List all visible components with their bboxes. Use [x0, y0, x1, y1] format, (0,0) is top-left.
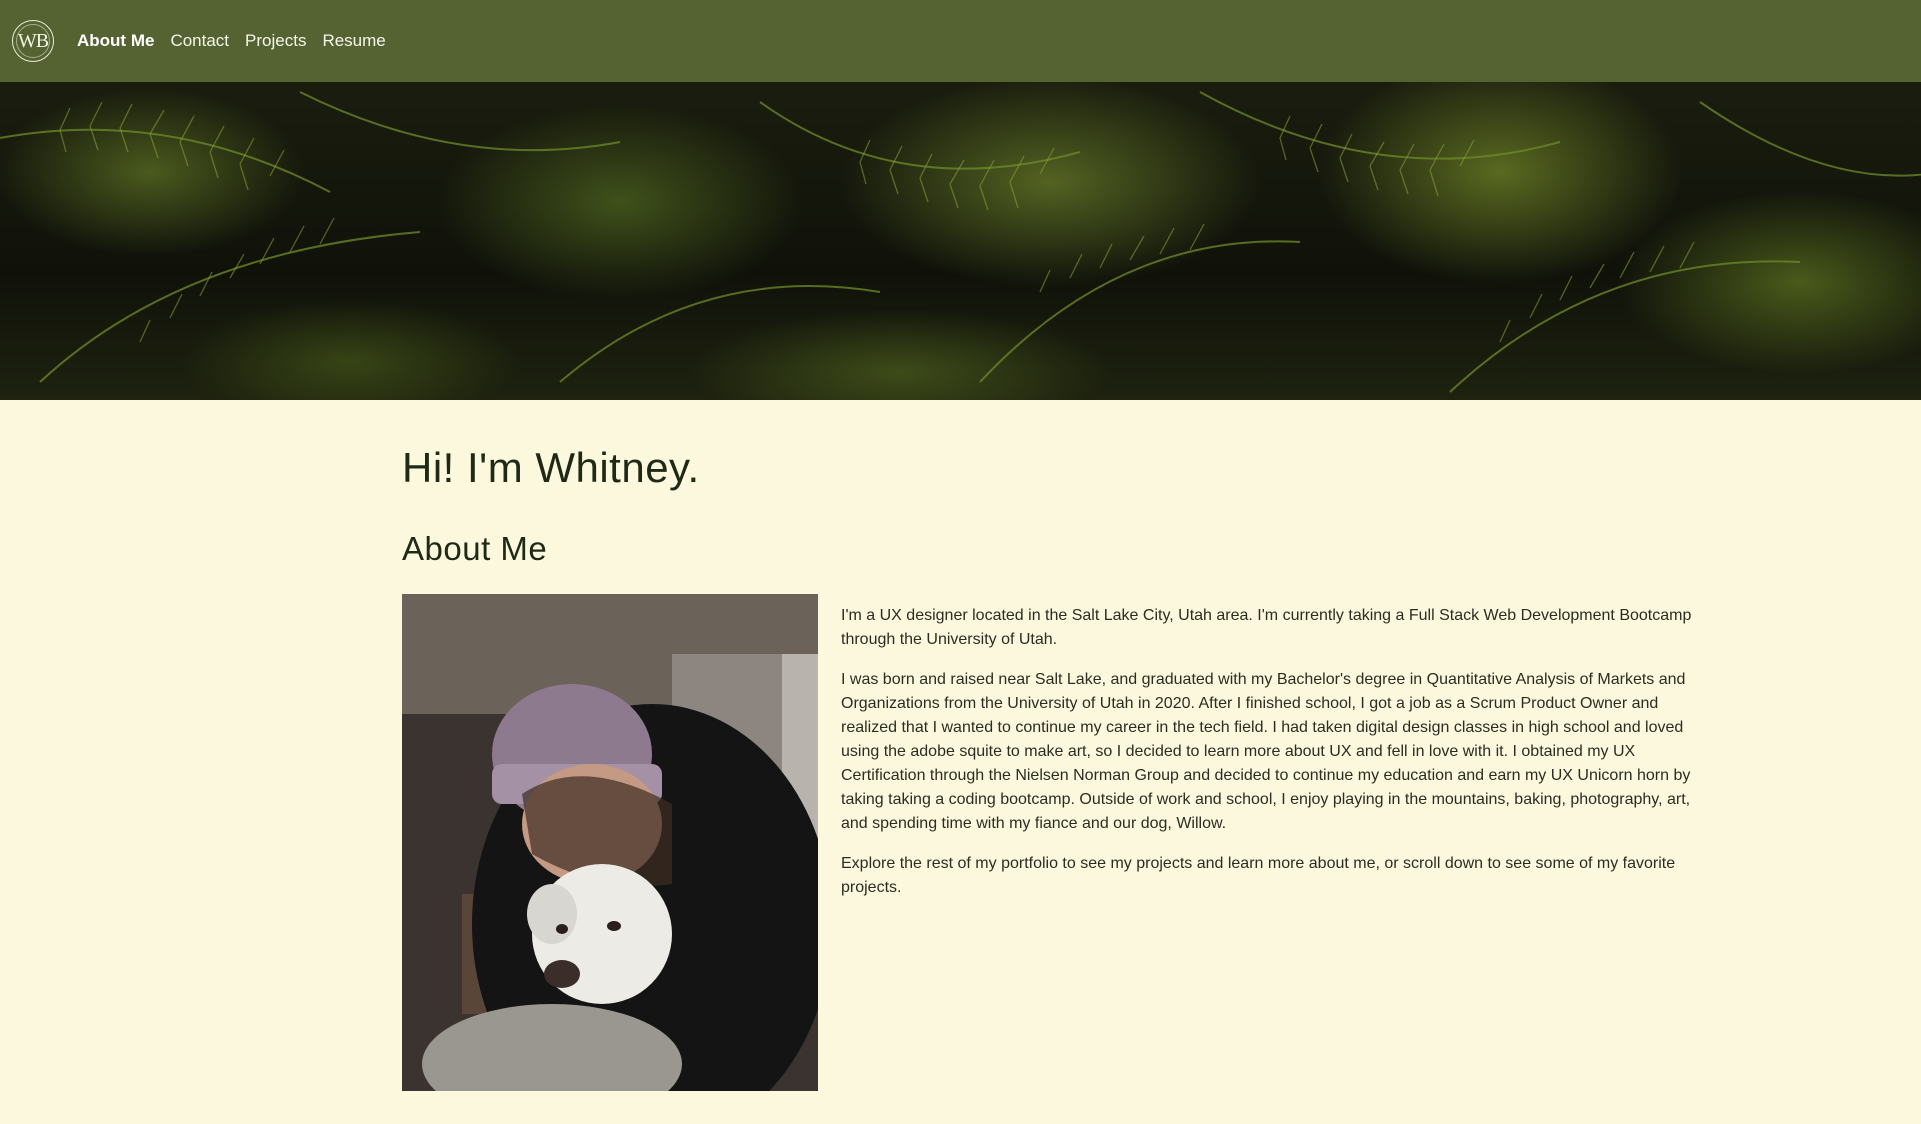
hero-banner-image	[0, 82, 1921, 400]
page-title: Hi! I'm Whitney.	[402, 444, 700, 491]
portrait-with-dog-graphic	[402, 594, 818, 1091]
nav-link-resume[interactable]: Resume	[322, 31, 385, 51]
navbar: WB About Me Contact Projects Resume	[0, 0, 1921, 82]
logo-home-link[interactable]: WB	[12, 20, 54, 62]
bio-paragraph: I'm a UX designer located in the Salt La…	[841, 607, 1692, 648]
bio-paragraph: I was born and raised near Salt Lake, an…	[841, 671, 1691, 832]
fern-leaves-graphic	[0, 91, 1921, 393]
bio-paragraph: Explore the rest of my portfolio to see …	[841, 855, 1676, 896]
nav-link-about-me[interactable]: About Me	[77, 31, 154, 51]
nav-link-projects[interactable]: Projects	[245, 31, 306, 51]
profile-photo	[402, 594, 818, 1091]
about-me-bio: I'm a UX designer located in the Salt La…	[841, 594, 1701, 916]
nav-links: About Me Contact Projects Resume	[77, 0, 402, 82]
nav-link-contact[interactable]: Contact	[170, 31, 229, 51]
about-me-heading: About Me	[402, 530, 548, 567]
